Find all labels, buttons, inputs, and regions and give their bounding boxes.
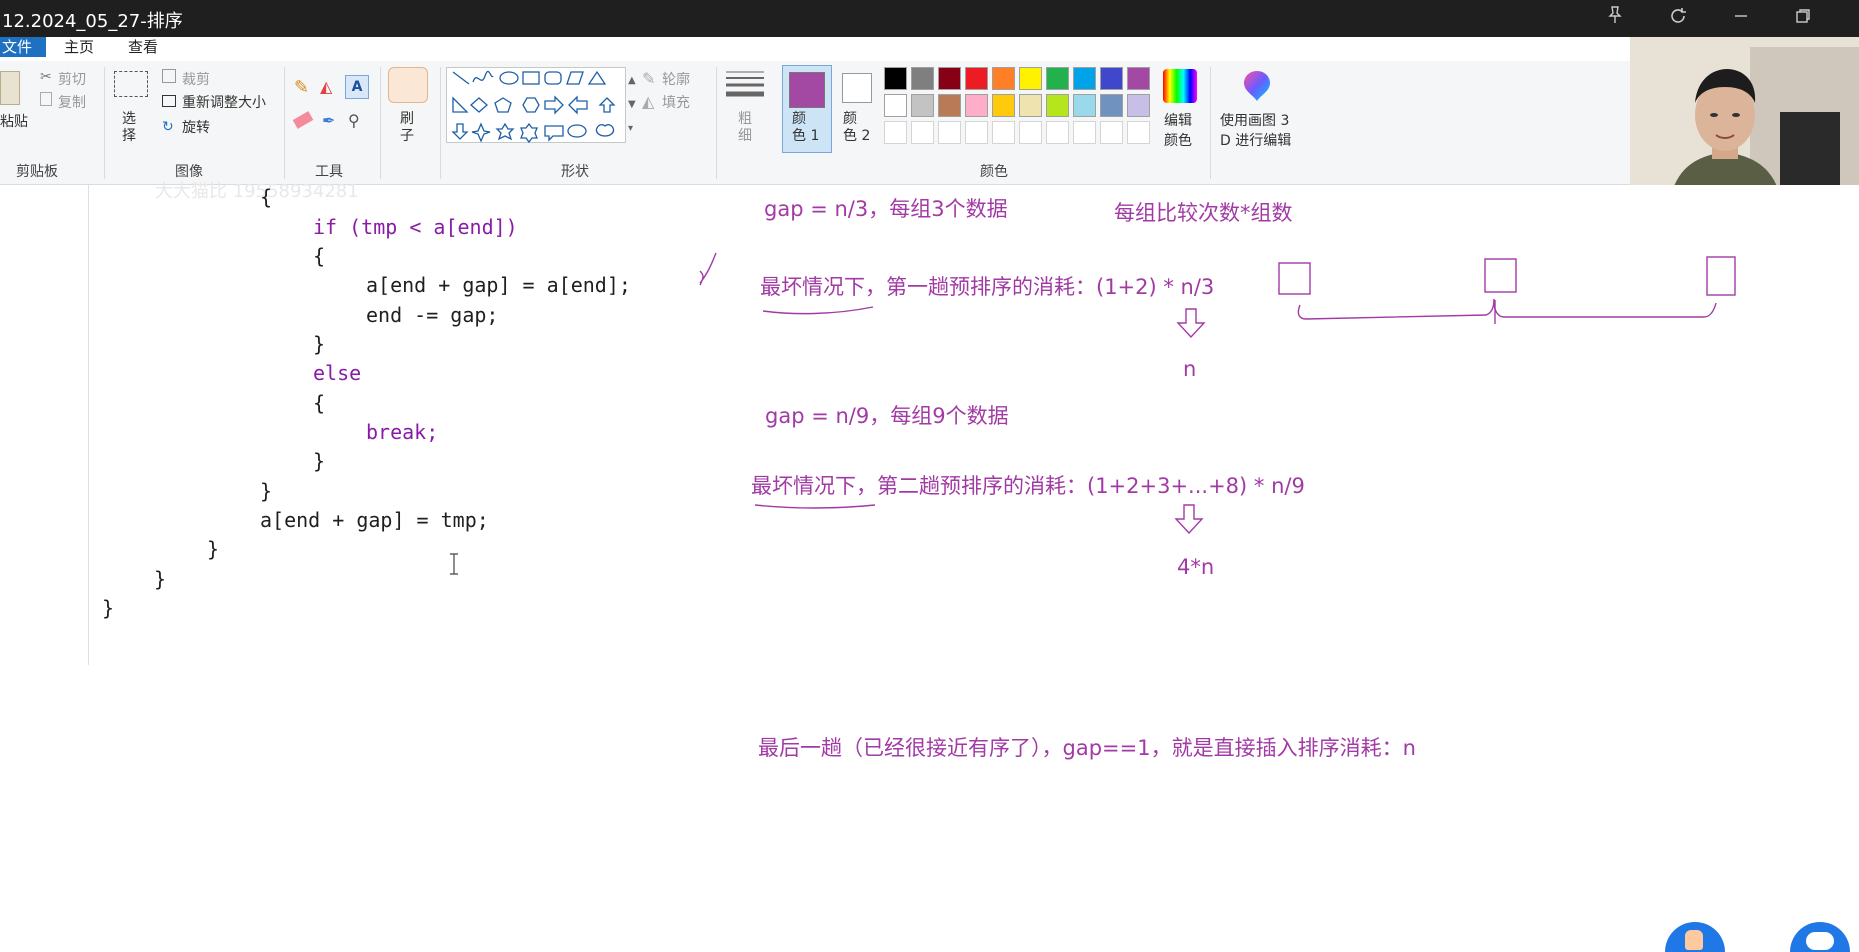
drawing-strokes	[450, 252, 1736, 575]
crop-icon	[162, 69, 176, 83]
paint-canvas[interactable]: 大大猫比 19558934281 { if (tmp < a[end]) { a…	[0, 181, 1859, 952]
refresh-icon[interactable]	[1663, 6, 1693, 32]
window-title: 12.2024_05_27-排序	[2, 11, 183, 32]
edit-colors-button[interactable]: 编辑 颜色	[1164, 111, 1192, 151]
color-swatch-empty[interactable]	[965, 121, 988, 144]
copy-button[interactable]: 复制	[58, 92, 86, 112]
clipboard-group-label: 剪贴板	[16, 164, 58, 180]
cut-button[interactable]: 剪切	[58, 69, 86, 89]
color-swatch-empty[interactable]	[938, 121, 961, 144]
color-swatch[interactable]	[992, 94, 1015, 117]
minimize-icon[interactable]	[1726, 6, 1756, 32]
color-swatch[interactable]	[965, 94, 988, 117]
color-swatch[interactable]	[1073, 67, 1096, 90]
scissors-icon: ✂	[40, 69, 52, 85]
copy-icon	[40, 92, 52, 106]
color-swatch[interactable]	[1046, 67, 1069, 90]
title-bar: 12.2024_05_27-排序	[0, 0, 1859, 37]
pencil-icon[interactable]: ✎	[294, 77, 309, 98]
magnifier-icon[interactable]: ⚲	[348, 111, 360, 130]
color-swatch[interactable]	[1073, 94, 1096, 117]
paint3d-icon[interactable]	[1240, 69, 1274, 103]
resize-button[interactable]: 重新调整大小	[182, 92, 266, 112]
select-button[interactable]: 选 择	[122, 111, 136, 145]
paste-button[interactable]: 粘贴	[0, 111, 28, 131]
fill-bucket-icon[interactable]: ◭	[320, 77, 332, 96]
color-swatch[interactable]	[884, 67, 907, 90]
color2-label: 颜 色 2	[843, 111, 871, 144]
ribbon: 粘贴 ✂ 剪切 复制 剪贴板 选 择 裁剪 重新调整大小 ↻ 旋转 图像 ✎ ◭…	[0, 61, 1630, 185]
menu-view[interactable]: 查看	[128, 37, 158, 57]
color-swatch[interactable]	[965, 67, 988, 90]
color-swatch[interactable]	[911, 94, 934, 117]
chat-icon	[1806, 932, 1834, 950]
color-swatch-empty[interactable]	[1019, 121, 1042, 144]
color-swatch-empty[interactable]	[1127, 121, 1150, 144]
webcam-overlay	[1630, 37, 1859, 200]
separator	[1210, 67, 1211, 179]
color-swatch[interactable]	[884, 94, 907, 117]
resize-icon	[162, 95, 176, 107]
outline-button[interactable]: 轮廓	[662, 69, 690, 89]
rotate-button[interactable]: 旋转	[182, 117, 210, 137]
separator	[380, 67, 381, 179]
separator	[440, 67, 441, 179]
pin-icon[interactable]	[1600, 6, 1630, 32]
color-swatch-empty[interactable]	[911, 121, 934, 144]
color-swatch[interactable]	[1046, 94, 1069, 117]
separator	[716, 67, 717, 179]
line-size-icon[interactable]	[724, 69, 766, 99]
color-swatch-empty[interactable]	[1100, 121, 1123, 144]
fill-icon: ◭	[642, 92, 655, 111]
color-swatch[interactable]	[1127, 94, 1150, 117]
size-button[interactable]: 粗 细	[738, 111, 752, 145]
color-swatch-empty[interactable]	[992, 121, 1015, 144]
color-swatch[interactable]	[911, 67, 934, 90]
separator	[284, 67, 285, 179]
color-swatch[interactable]	[992, 67, 1015, 90]
edit-colors-icon[interactable]	[1163, 69, 1197, 103]
shapes-group-label: 形状	[561, 164, 589, 180]
select-icon[interactable]	[114, 71, 148, 97]
color-swatch[interactable]	[1100, 67, 1123, 90]
restore-icon[interactable]	[1788, 6, 1818, 32]
fill-button[interactable]: 填充	[662, 92, 690, 112]
brushes-button[interactable]: 刷 子	[400, 111, 414, 145]
menu-file[interactable]: 文件	[0, 37, 46, 57]
color-swatch[interactable]	[1127, 67, 1150, 90]
outline-icon: ✎	[642, 69, 656, 88]
colors-group-label: 颜色	[980, 164, 1008, 180]
paint3d-button[interactable]: 使用画图 3 D 进行编辑	[1220, 111, 1291, 151]
color1-swatch	[789, 72, 825, 108]
color-swatch-empty[interactable]	[1073, 121, 1096, 144]
shapes-scroll-icon[interactable]: ▲ ▼ ▾	[628, 69, 636, 141]
menu-home[interactable]: 主页	[64, 37, 94, 57]
color-picker-icon[interactable]: ✒	[322, 111, 335, 130]
brush-icon[interactable]	[388, 67, 428, 103]
hand-icon	[1685, 930, 1703, 950]
color1-label: 颜 色 1	[792, 111, 820, 144]
paste-icon[interactable]	[0, 71, 20, 105]
color-swatch[interactable]	[1100, 94, 1123, 117]
color-swatch[interactable]	[1019, 67, 1042, 90]
color-swatch[interactable]	[938, 67, 961, 90]
color-swatch-empty[interactable]	[884, 121, 907, 144]
color-swatch-empty[interactable]	[1046, 121, 1069, 144]
color-swatch[interactable]	[938, 94, 961, 117]
menu-bar: 文件 主页 查看	[0, 37, 1630, 61]
shapes-gallery[interactable]	[446, 67, 626, 144]
eraser-icon[interactable]	[292, 111, 314, 129]
crop-button[interactable]: 裁剪	[182, 69, 210, 89]
color2-swatch[interactable]	[842, 73, 872, 103]
separator	[104, 67, 105, 179]
color-swatch[interactable]	[1019, 94, 1042, 117]
rotate-icon: ↻	[162, 119, 174, 135]
text-tool-icon[interactable]: A	[345, 75, 369, 99]
